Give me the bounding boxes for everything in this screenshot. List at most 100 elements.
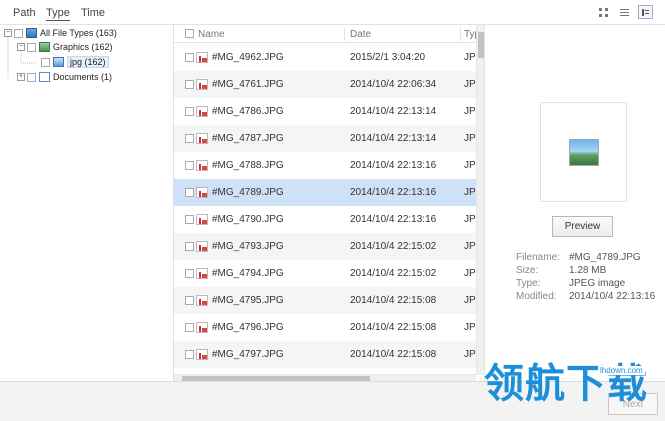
tree-item-graphics[interactable]: − Graphics (162) [17, 40, 113, 54]
tab-time[interactable]: Time [81, 7, 105, 19]
jpg-file-icon [196, 133, 208, 144]
row-checkbox[interactable] [185, 80, 194, 89]
tree-checkbox[interactable] [41, 57, 50, 67]
horizontal-scrollbar[interactable] [174, 374, 476, 381]
table-row[interactable]: #MG_4790.JPG 2014/10/4 22:13:16 JPI [174, 206, 478, 233]
vertical-scrollbar[interactable] [476, 25, 484, 375]
row-checkbox[interactable] [185, 161, 194, 170]
table-row[interactable]: #MG_4796.JPG 2014/10/4 22:15:08 JPI [174, 314, 478, 341]
jpg-file-icon [196, 322, 208, 333]
tree-item-label: jpg (162) [67, 56, 109, 68]
file-name: #MG_4796.JPG [212, 322, 284, 333]
tree-checkbox[interactable] [27, 42, 36, 52]
jpg-file-icon [196, 160, 208, 171]
tree-checkbox[interactable] [27, 72, 36, 82]
document-icon [39, 72, 50, 82]
table-row[interactable]: #MG_4788.JPG 2014/10/4 22:13:16 JPI [174, 152, 478, 179]
row-checkbox[interactable] [185, 350, 194, 359]
jpg-file-icon [196, 241, 208, 252]
file-date: 2014/10/4 22:13:16 [350, 214, 437, 225]
detail-key-type: Type: [516, 278, 541, 289]
detail-key-filename: Filename: [516, 252, 560, 263]
tree-checkbox[interactable] [14, 28, 23, 38]
file-date: 2014/10/4 22:13:16 [350, 160, 437, 171]
file-name: #MG_4795.JPG [212, 295, 284, 306]
detail-value-size: 1.28 MB [569, 265, 607, 276]
tree-item-documents[interactable]: + Documents (1) [17, 70, 112, 84]
table-row[interactable]: #MG_4962.JPG 2015/2/1 3:04:20 JPI [174, 44, 478, 71]
collapse-icon[interactable]: − [4, 29, 12, 37]
recovery-app-window: Path Type Time − All File Types (163) − [0, 0, 665, 421]
table-row[interactable]: #MG_4794.JPG 2014/10/4 22:15:02 JPI [174, 260, 478, 287]
table-row[interactable]: #MG_4797.JPG 2014/10/4 22:15:08 JPI [174, 341, 478, 368]
jpg-file-icon [196, 349, 208, 360]
tab-path[interactable]: Path [13, 7, 36, 19]
graphics-icon [39, 42, 50, 52]
jpg-file-icon [196, 214, 208, 225]
table-row[interactable]: #MG_4787.JPG 2014/10/4 22:13:14 JPI [174, 125, 478, 152]
jpg-file-icon [196, 52, 208, 63]
file-name: #MG_4761.JPG [212, 79, 284, 90]
watermark-url: lhdown.com [598, 366, 645, 375]
jpg-file-icon [196, 295, 208, 306]
detail-value-modified: 2014/10/4 22:13:16 [569, 291, 656, 302]
jpg-file-icon [196, 268, 208, 279]
tree-item-label: Documents (1) [53, 72, 113, 82]
file-list: Name Date Typ #MG_4962.JPG 2015/2/1 3:04… [174, 25, 484, 381]
file-date: 2014/10/4 22:13:14 [350, 133, 437, 144]
row-checkbox[interactable] [185, 215, 194, 224]
row-checkbox[interactable] [185, 296, 194, 305]
file-date: 2015/2/1 3:04:20 [350, 52, 426, 63]
file-name: #MG_4790.JPG [212, 214, 284, 225]
row-checkbox[interactable] [185, 107, 194, 116]
preview-thumbnail [540, 102, 627, 202]
jpg-file-icon [196, 79, 208, 90]
table-row[interactable]: #MG_4793.JPG 2014/10/4 22:15:02 JPI [174, 233, 478, 260]
row-checkbox[interactable] [185, 269, 194, 278]
row-checkbox[interactable] [185, 242, 194, 251]
file-date: 2014/10/4 22:15:08 [350, 349, 437, 360]
file-name: #MG_4797.JPG [212, 349, 284, 360]
tab-type[interactable]: Type [46, 7, 70, 21]
jpg-icon [53, 57, 64, 67]
tree-item-label: Graphics (162) [53, 42, 113, 52]
detail-view-icon[interactable] [638, 5, 653, 19]
column-header-name[interactable]: Name [198, 29, 225, 40]
file-date: 2014/10/4 22:15:02 [350, 241, 437, 252]
file-name: #MG_4793.JPG [212, 241, 284, 252]
row-checkbox[interactable] [185, 53, 194, 62]
row-checkbox[interactable] [185, 323, 194, 332]
select-all-checkbox[interactable] [185, 29, 194, 38]
detail-value-type: JPEG image [569, 278, 626, 289]
row-checkbox[interactable] [185, 134, 194, 143]
detail-value-filename: #MG_4789.JPG [569, 252, 641, 263]
file-date: 2014/10/4 22:15:08 [350, 322, 437, 333]
thumbnail-view-icon[interactable] [596, 5, 611, 19]
preview-panel: Preview Filename: #MG_4789.JPG Size: 1.2… [484, 25, 665, 381]
column-header-date[interactable]: Date [350, 29, 371, 40]
detail-key-size: Size: [516, 265, 539, 276]
file-name: #MG_4794.JPG [212, 268, 284, 279]
collapse-icon[interactable]: − [17, 43, 25, 51]
file-date: 2014/10/4 22:15:08 [350, 295, 437, 306]
file-name: #MG_4788.JPG [212, 160, 284, 171]
top-bar: Path Type Time [0, 0, 665, 25]
file-name: #MG_4786.JPG [212, 106, 284, 117]
image-preview-icon [569, 139, 599, 166]
preview-button[interactable]: Preview [552, 216, 613, 237]
file-date: 2014/10/4 22:15:02 [350, 268, 437, 279]
table-row[interactable]: #MG_4786.JPG 2014/10/4 22:13:14 JPI [174, 98, 478, 125]
table-row[interactable]: #MG_4761.JPG 2014/10/4 22:06:34 JPI [174, 71, 478, 98]
table-row-selected[interactable]: #MG_4789.JPG 2014/10/4 22:13:16 JPI [174, 179, 478, 206]
row-checkbox[interactable] [185, 188, 194, 197]
file-name: #MG_4962.JPG [212, 52, 284, 63]
table-row[interactable]: #MG_4795.JPG 2014/10/4 22:15:08 JPI [174, 287, 478, 314]
file-name: #MG_4789.JPG [212, 187, 284, 198]
list-view-icon[interactable] [617, 5, 632, 19]
folder-all-icon [26, 28, 37, 38]
file-type-tree: − All File Types (163) − Graphics (162) … [0, 25, 174, 381]
expand-icon[interactable]: + [17, 73, 25, 81]
file-date: 2014/10/4 22:06:34 [350, 79, 437, 90]
tree-item-all-file-types[interactable]: − All File Types (163) [4, 26, 117, 40]
tree-item-jpg[interactable]: jpg (162) [41, 55, 109, 69]
